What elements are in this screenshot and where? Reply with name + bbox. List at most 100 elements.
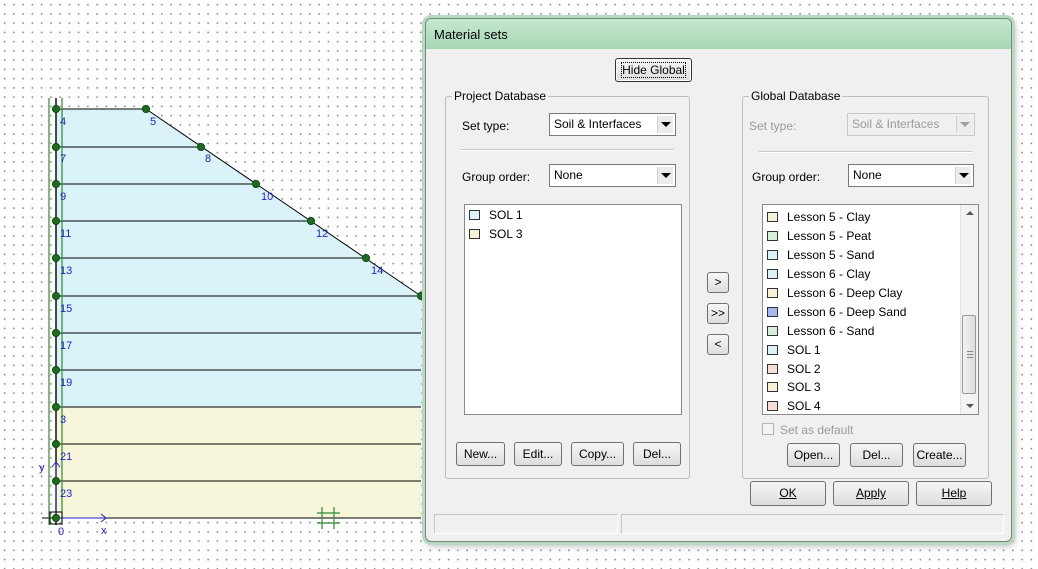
project-set-type-select[interactable]: Soil & Interfaces xyxy=(549,113,676,136)
global-group-order-select[interactable]: None xyxy=(848,164,974,187)
grip-line xyxy=(967,357,973,358)
node-label: 17 xyxy=(60,340,72,352)
global-del-button[interactable]: Del... xyxy=(850,443,903,467)
material-name: SOL 3 xyxy=(787,380,821,394)
material-name: Lesson 6 - Deep Sand xyxy=(787,305,907,319)
scroll-down-icon[interactable] xyxy=(961,397,978,414)
list-item[interactable]: Lesson 6 - Clay xyxy=(767,265,870,283)
scroll-thumb[interactable] xyxy=(962,315,976,394)
hide-global-button[interactable]: Hide Global xyxy=(615,58,692,82)
node-label: 3 xyxy=(60,414,66,426)
global-database-group: Global Database Set type: Soil & Interfa… xyxy=(742,89,989,479)
list-item[interactable]: SOL 1 xyxy=(469,206,523,224)
material-name: SOL 3 xyxy=(489,227,523,241)
global-divider xyxy=(759,151,972,153)
material-color-swatch xyxy=(469,209,480,220)
project-copy-button[interactable]: Copy... xyxy=(571,442,624,466)
chevron-down-icon[interactable] xyxy=(955,167,971,184)
node-label: 11 xyxy=(60,228,71,240)
project-group-order-label: Group order: xyxy=(462,170,531,184)
node-label: 9 xyxy=(60,191,66,203)
material-color-swatch xyxy=(767,363,778,374)
project-database-group: Project Database Set type: Soil & Interf… xyxy=(445,89,690,479)
material-name: Lesson 5 - Peat xyxy=(787,229,872,243)
list-item[interactable]: Lesson 6 - Deep Sand xyxy=(767,303,906,321)
node-label: 8 xyxy=(205,153,211,165)
apply-button[interactable]: Apply xyxy=(833,481,909,506)
set-as-default-label: Set as default xyxy=(780,423,854,437)
list-item[interactable]: SOL 1 xyxy=(767,341,821,359)
list-item[interactable]: Lesson 5 - Clay xyxy=(767,208,870,226)
project-group-order-value: None xyxy=(554,168,583,182)
material-color-swatch xyxy=(767,381,778,392)
project-del-button[interactable]: Del... xyxy=(633,442,681,466)
node-label: 19 xyxy=(60,377,72,389)
global-create-button[interactable]: Create... xyxy=(913,443,966,467)
node-label: 13 xyxy=(60,265,72,277)
material-color-swatch xyxy=(767,325,778,336)
copy-all-to-global-button[interactable]: >> xyxy=(707,303,729,324)
status-bar-cell-left xyxy=(434,514,618,534)
list-item[interactable]: SOL 3 xyxy=(767,378,821,396)
global-set-type-label: Set type: xyxy=(749,119,797,133)
list-item[interactable]: Lesson 6 - Deep Clay xyxy=(767,284,902,302)
list-item[interactable]: Lesson 5 - Sand xyxy=(767,246,874,264)
node-label: 0 xyxy=(58,526,64,538)
list-item[interactable]: SOL 3 xyxy=(469,225,523,243)
project-set-type-value: Soil & Interfaces xyxy=(554,117,642,131)
list-item[interactable]: Lesson 5 - Peat xyxy=(767,227,871,245)
global-set-type-select[interactable]: Soil & Interfaces xyxy=(847,113,975,136)
chevron-down-icon[interactable] xyxy=(956,116,972,133)
project-material-list[interactable]: SOL 1 SOL 3 xyxy=(464,204,682,415)
help-label: Help xyxy=(941,486,967,500)
global-material-list[interactable]: Lesson 5 - Clay Lesson 5 - Peat Lesson 5… xyxy=(762,204,979,415)
node-label: 14 xyxy=(371,265,383,277)
grip-line xyxy=(967,351,973,352)
ok-button[interactable]: OK xyxy=(750,481,826,506)
set-as-default-checkbox[interactable] xyxy=(762,423,774,435)
grip-line xyxy=(967,354,973,355)
scroll-up-icon[interactable] xyxy=(961,205,978,222)
material-color-swatch xyxy=(767,287,778,298)
node-label: 21 xyxy=(60,451,72,463)
material-color-swatch xyxy=(767,306,778,317)
project-divider xyxy=(461,149,674,151)
node-label: 10 xyxy=(261,191,273,203)
material-name: Lesson 5 - Sand xyxy=(787,248,875,262)
help-button[interactable]: Help xyxy=(916,481,992,506)
list-item[interactable]: SOL 2 xyxy=(767,360,821,378)
project-group-order-select[interactable]: None xyxy=(549,164,676,187)
list-item[interactable]: SOL 4 xyxy=(767,397,821,414)
chevron-down-icon[interactable] xyxy=(657,167,673,184)
global-group-order-value: None xyxy=(853,168,882,182)
soil-cluster-lower[interactable] xyxy=(56,407,421,518)
global-open-button[interactable]: Open... xyxy=(787,443,840,467)
project-set-type-label: Set type: xyxy=(462,119,510,133)
node-label: 12 xyxy=(316,228,328,240)
material-name: Lesson 6 - Deep Clay xyxy=(787,286,903,300)
project-edit-button[interactable]: Edit... xyxy=(514,442,562,466)
global-database-title: Global Database xyxy=(749,89,843,103)
dialog-title: Material sets xyxy=(434,27,508,42)
copy-to-project-button[interactable]: < xyxy=(707,334,729,355)
dialog-titlebar[interactable]: Material sets xyxy=(426,19,1011,49)
material-name: Lesson 5 - Clay xyxy=(787,210,871,224)
project-database-title: Project Database xyxy=(452,89,549,103)
material-color-swatch xyxy=(767,344,778,355)
material-color-swatch xyxy=(469,228,480,239)
ok-label: OK xyxy=(779,486,797,500)
node-label: 7 xyxy=(60,153,66,165)
global-list-scrollbar[interactable] xyxy=(960,205,978,414)
material-name: SOL 4 xyxy=(787,399,821,413)
material-name: SOL 1 xyxy=(489,208,523,222)
project-new-button[interactable]: New... xyxy=(456,442,505,466)
material-color-swatch xyxy=(767,400,778,411)
copy-to-global-button[interactable]: > xyxy=(707,272,729,293)
material-name: SOL 1 xyxy=(787,343,821,357)
list-item[interactable]: Lesson 6 - Sand xyxy=(767,322,874,340)
material-color-swatch xyxy=(767,249,778,260)
chevron-down-icon[interactable] xyxy=(657,116,673,133)
global-group-order-label: Group order: xyxy=(752,170,821,184)
y-axis-label: y xyxy=(39,462,45,474)
node-label: 5 xyxy=(150,116,156,128)
